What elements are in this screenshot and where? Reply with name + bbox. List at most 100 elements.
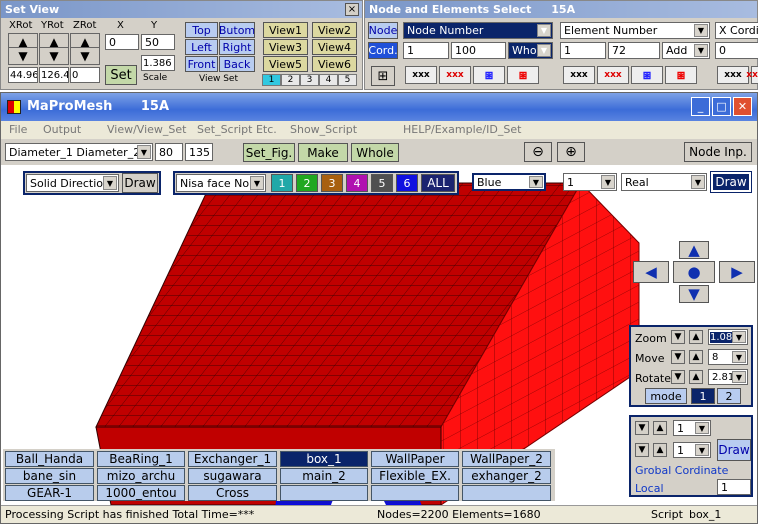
script-cell[interactable]: mizo_archu bbox=[97, 468, 185, 484]
node-red-cube-button[interactable]: ⧆ bbox=[507, 66, 539, 84]
script-cell[interactable]: exhanger_2 bbox=[462, 468, 551, 484]
node-range-select[interactable]: Whole ▼ bbox=[508, 42, 553, 59]
zoom-up-button[interactable]: ▲ bbox=[689, 330, 703, 344]
solid-direction-select[interactable]: Solid Directio ▼ bbox=[26, 174, 119, 192]
script-cell[interactable]: WallPaper bbox=[371, 451, 459, 467]
xrot-input[interactable]: 44.96 bbox=[8, 67, 38, 83]
close-button[interactable]: ✕ bbox=[733, 97, 752, 116]
mode-button[interactable]: mode bbox=[645, 388, 687, 404]
mode-1-button[interactable]: 1 bbox=[691, 388, 715, 404]
script-cell[interactable]: Cross bbox=[188, 485, 277, 501]
coord-clear-button-black[interactable]: xxx bbox=[717, 66, 749, 84]
pan-up-button[interactable]: ▲ bbox=[679, 241, 709, 259]
view3-button[interactable]: View3 bbox=[263, 39, 308, 55]
scale-input[interactable]: 1.386 bbox=[141, 55, 175, 71]
view6-button[interactable]: View6 bbox=[312, 56, 357, 72]
menu-show-script[interactable]: Show_Script bbox=[290, 123, 357, 136]
face-button-4[interactable]: 4 bbox=[346, 174, 368, 192]
script-cell[interactable] bbox=[462, 485, 551, 501]
coord-draw-button[interactable]: Draw bbox=[717, 439, 751, 461]
coordinate-select[interactable]: X Cordin bbox=[715, 22, 758, 39]
face-button-6[interactable]: 6 bbox=[396, 174, 418, 192]
menu-output[interactable]: Output bbox=[43, 123, 81, 136]
rotate-select[interactable]: 2.81 ▼ bbox=[708, 369, 748, 385]
node-clear-button-red[interactable]: xxx bbox=[439, 66, 471, 84]
view-front-button[interactable]: Front bbox=[185, 56, 218, 72]
whole-button[interactable]: Whole bbox=[351, 143, 399, 162]
node-button[interactable]: Node bbox=[368, 22, 398, 39]
script-cell[interactable]: box_1 bbox=[280, 451, 368, 467]
view1-button[interactable]: View1 bbox=[263, 22, 308, 38]
view5-button[interactable]: View5 bbox=[263, 56, 308, 72]
zoom-in-button[interactable]: ⊕ bbox=[557, 142, 585, 162]
script-cell[interactable] bbox=[280, 485, 368, 501]
rotate-up-button[interactable]: ▲ bbox=[689, 370, 703, 384]
menu-view[interactable]: View/View_Set bbox=[107, 123, 186, 136]
face-button-2[interactable]: 2 bbox=[296, 174, 318, 192]
script-cell[interactable]: Ball_Handa bbox=[5, 451, 94, 467]
script-cell[interactable]: sugawara bbox=[188, 468, 277, 484]
coord1-up-button[interactable]: ▲ bbox=[653, 421, 667, 435]
elem-red-cube-button[interactable]: ⧆ bbox=[665, 66, 697, 84]
make-button[interactable]: Make bbox=[298, 143, 348, 162]
menu-file[interactable]: File bbox=[9, 123, 27, 136]
mesh-icon-button[interactable]: ⊞ bbox=[371, 66, 395, 86]
cord-button[interactable]: Cord. bbox=[368, 42, 398, 59]
zoom-out-button[interactable]: ⊖ bbox=[524, 142, 552, 162]
zoom-select[interactable]: 1.08 ▼ bbox=[708, 329, 748, 345]
menu-set-script[interactable]: Set_Script Etc. bbox=[197, 123, 277, 136]
script-cell[interactable]: Flexible_EX. bbox=[371, 468, 459, 484]
pan-left-button[interactable]: ◀ bbox=[633, 261, 669, 283]
preset-tab-1[interactable]: 1 bbox=[262, 74, 281, 86]
element-number-select[interactable]: Element Number ▼ bbox=[560, 22, 710, 39]
script-cell[interactable]: WallPaper_2 bbox=[462, 451, 551, 467]
set-view-close-button[interactable]: × bbox=[345, 3, 359, 16]
maximize-button[interactable]: □ bbox=[712, 97, 731, 116]
preset-tab-2[interactable]: 2 bbox=[281, 74, 300, 86]
index-select[interactable]: 1 ▼ bbox=[563, 173, 617, 191]
view-left-button[interactable]: Left bbox=[185, 39, 218, 55]
view-top-button[interactable]: Top bbox=[185, 22, 218, 38]
diameter-input-1[interactable]: 80 bbox=[155, 143, 183, 161]
coord2-select[interactable]: 1 ▼ bbox=[673, 442, 711, 458]
node-blue-cube-button[interactable]: ⧆ bbox=[473, 66, 505, 84]
yrot-down-button[interactable]: ▼ bbox=[39, 47, 69, 65]
coord2-down-button[interactable]: ▼ bbox=[635, 443, 649, 457]
elem-clear-button-black[interactable]: xxx bbox=[563, 66, 595, 84]
view-right-button[interactable]: Right bbox=[219, 39, 255, 55]
local-input[interactable]: 1 bbox=[717, 479, 751, 495]
real-select[interactable]: Real ▼ bbox=[621, 173, 707, 191]
zoom-down-button[interactable]: ▼ bbox=[671, 330, 685, 344]
move-down-button[interactable]: ▼ bbox=[671, 350, 685, 364]
face-button-1[interactable]: 1 bbox=[271, 174, 293, 192]
all-faces-button[interactable]: ALL bbox=[421, 174, 455, 192]
zrot-down-button[interactable]: ▼ bbox=[70, 47, 100, 65]
color-select[interactable]: Blue ▼ bbox=[472, 173, 546, 191]
pan-down-button[interactable]: ▼ bbox=[679, 285, 709, 303]
move-select[interactable]: 8 ▼ bbox=[708, 349, 748, 365]
pan-right-button[interactable]: ▶ bbox=[719, 261, 755, 283]
pan-center-button[interactable]: ● bbox=[673, 261, 715, 283]
rotate-down-button[interactable]: ▼ bbox=[671, 370, 685, 384]
elem-clear-button-red[interactable]: xxx bbox=[597, 66, 629, 84]
script-cell[interactable]: 1000_entou bbox=[97, 485, 185, 501]
diameter-input-2[interactable]: 135 bbox=[185, 143, 213, 161]
script-cell[interactable]: GEAR-1 bbox=[5, 485, 94, 501]
script-cell[interactable]: Exchanger_1 bbox=[188, 451, 277, 467]
mode-2-button[interactable]: 2 bbox=[717, 388, 741, 404]
element-from-input[interactable]: 1 bbox=[560, 42, 606, 59]
element-to-input[interactable]: 72 bbox=[608, 42, 660, 59]
node-inp-button[interactable]: Node Inp. bbox=[684, 142, 752, 162]
face-button-5[interactable]: 5 bbox=[371, 174, 393, 192]
minimize-button[interactable]: _ bbox=[691, 97, 710, 116]
set-button[interactable]: Set bbox=[105, 65, 137, 85]
view2-button[interactable]: View2 bbox=[312, 22, 357, 38]
set-fig-button[interactable]: Set_Fig. bbox=[243, 143, 295, 162]
global-coordinate-label[interactable]: Grobal Cordinate bbox=[635, 464, 728, 477]
elem-blue-cube-button[interactable]: ⧆ bbox=[631, 66, 663, 84]
script-cell[interactable]: bane_sin bbox=[5, 468, 94, 484]
node-to-input[interactable]: 100 bbox=[451, 42, 506, 59]
xrot-down-button[interactable]: ▼ bbox=[8, 47, 38, 65]
zrot-input[interactable]: 0 bbox=[70, 67, 100, 83]
coord1-down-button[interactable]: ▼ bbox=[635, 421, 649, 435]
